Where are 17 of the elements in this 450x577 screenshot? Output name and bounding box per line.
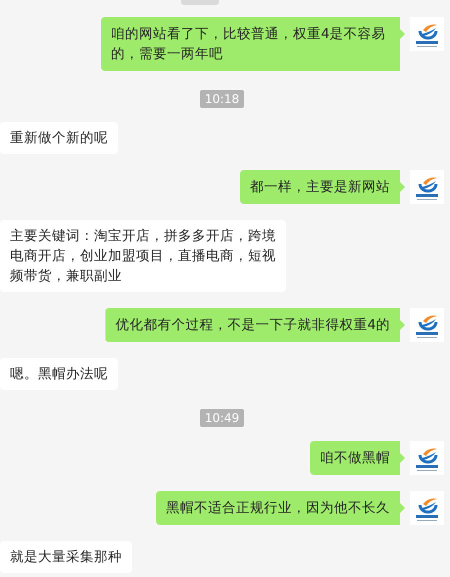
avatar-logo-icon	[410, 441, 444, 475]
avatar-logo-icon	[410, 308, 444, 342]
timestamp-background	[181, 0, 219, 5]
message-bubble: 咱的网站看了下，比较普通，权重4是不容易的，需要一两年吧	[101, 17, 405, 71]
message-bubble: 嗯。黑帽办法呢	[0, 358, 118, 390]
message-bubble: 都一样，主要是新网站	[240, 170, 405, 204]
avatar-logo-icon	[410, 491, 444, 525]
message-bubble: 优化都有个过程，不是一下子就非得权重4的	[105, 308, 405, 342]
avatar-logo-icon	[410, 170, 444, 204]
message-bubble: 主要关键词：淘宝开店，拼多多开店，跨境电商开店，创业加盟项目，直播电商，短视频带货，兼职副业	[0, 220, 286, 292]
timestamp: 10:18	[200, 90, 244, 108]
message-bubble: 咱不做黑帽	[310, 441, 405, 475]
avatar-logo-icon	[410, 17, 444, 51]
message-bubble: 就是大量采集那种	[0, 541, 132, 573]
timestamp: 10:49	[200, 409, 244, 427]
message-bubble: 重新做个新的呢	[0, 122, 118, 154]
message-bubble: 黑帽不适合正规行业，因为他不长久	[156, 491, 405, 525]
